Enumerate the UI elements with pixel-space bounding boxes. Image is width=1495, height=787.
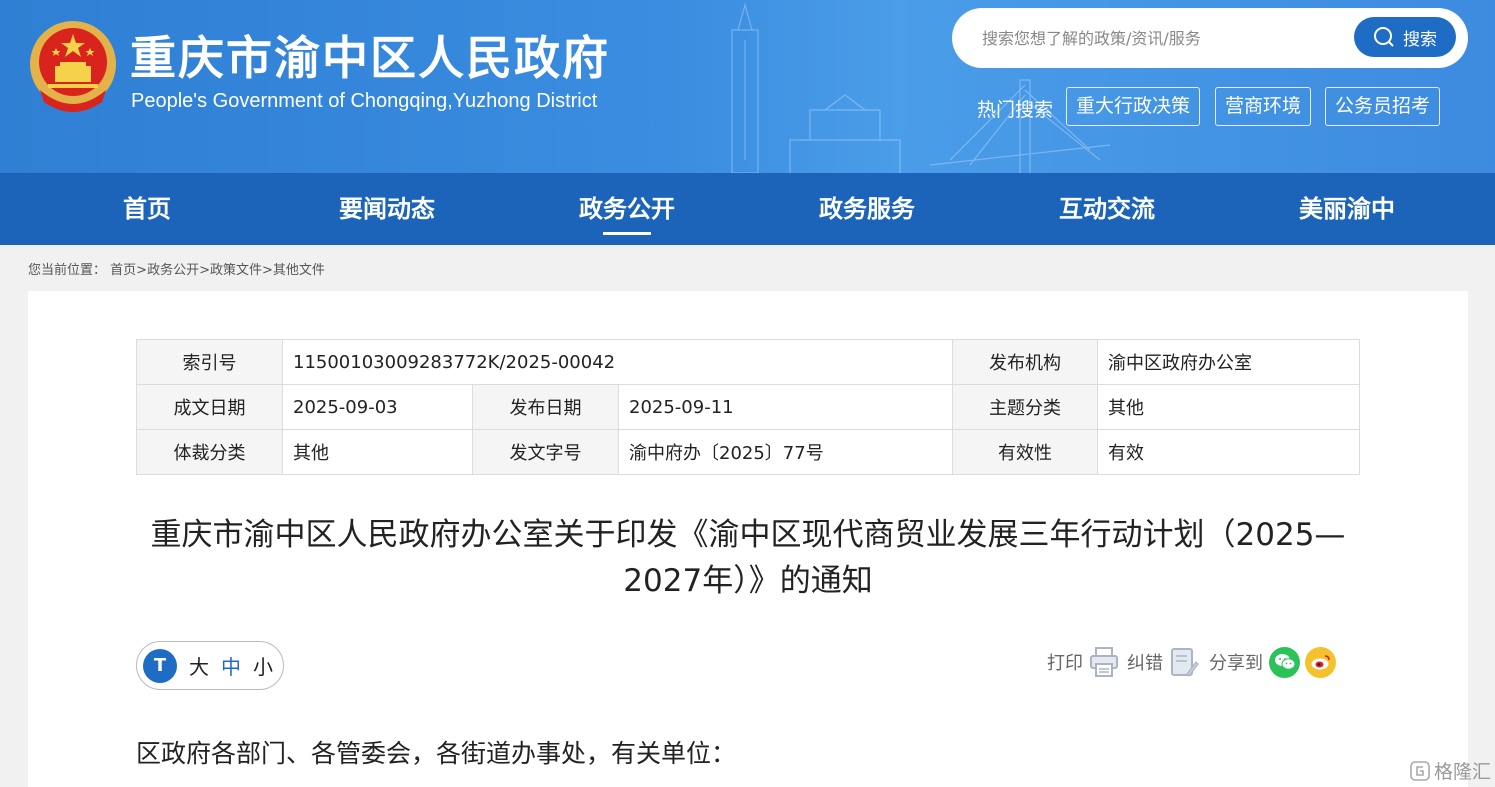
breadcrumb-separator: > (262, 263, 273, 278)
printer-icon (1090, 647, 1118, 677)
hot-tag-civil-service-exam[interactable]: 公务员招考 (1325, 87, 1441, 126)
publisher-value: 渝中区政府办公室 (1097, 339, 1360, 385)
print-label: 打印 (1047, 653, 1083, 674)
share-weibo-button[interactable] (1305, 646, 1336, 678)
table-row: 索引号 11500103009283772K/2025-00042 发布机构 渝… (136, 339, 1360, 385)
nav-item-home[interactable]: 首页 (123, 173, 171, 245)
hot-tag-business-environment[interactable]: 营商环境 (1215, 87, 1312, 126)
wechat-icon (1274, 654, 1295, 670)
breadcrumb-government-affairs[interactable]: 政务公开 (147, 263, 199, 278)
watermark: 格隆汇 (1410, 757, 1491, 784)
breadcrumb-other-files[interactable]: 其他文件 (273, 263, 325, 278)
document-greeting: 区政府各部门、各管委会，各街道办事处，有关单位： (136, 739, 737, 768)
breadcrumb-home[interactable]: 首页 (110, 263, 136, 278)
hot-search-label: 热门搜索 (977, 99, 1054, 121)
article-tools: 打印 纠错 分享到 (1047, 646, 1336, 678)
document-info-table: 索引号 11500103009283772K/2025-00042 发布机构 渝… (136, 339, 1360, 475)
correction-button[interactable]: 纠错 (1127, 646, 1209, 678)
topic-label: 主题分类 (952, 384, 1098, 430)
gelonghui-logo-icon (1410, 760, 1430, 781)
correction-icon (1171, 648, 1199, 677)
site-subtitle: People's Government of Chongqing,Yuzhong… (131, 90, 598, 112)
print-button[interactable]: 打印 (1047, 646, 1127, 678)
search-button[interactable]: 搜索 (1354, 17, 1456, 57)
main-nav: 首页 要闻动态 政务公开 政务服务 互动交流 美丽渝中 (0, 173, 1495, 245)
share-wechat-button[interactable] (1269, 646, 1300, 678)
breadcrumb-prefix: 您当前位置： (28, 263, 107, 278)
nav-item-news[interactable]: 要闻动态 (339, 173, 435, 245)
weibo-icon (1311, 655, 1330, 670)
site-header: 重庆市渝中区人民政府 People's Government of Chongq… (0, 0, 1495, 173)
nav-item-services[interactable]: 政务服务 (819, 173, 915, 245)
search-button-label: 搜索 (1403, 29, 1437, 50)
nav-item-beautiful-yuzhong[interactable]: 美丽渝中 (1299, 173, 1395, 245)
share-label: 分享到 (1209, 653, 1263, 674)
breadcrumb-separator: > (136, 263, 148, 278)
validity-label: 有效性 (952, 429, 1098, 475)
validity-value: 有效 (1097, 429, 1360, 475)
breadcrumb-separator: > (199, 263, 210, 278)
correction-label: 纠错 (1127, 653, 1163, 674)
index-number-value: 11500103009283772K/2025-00042 (282, 339, 953, 385)
genre-value: 其他 (282, 429, 473, 475)
publisher-label: 发布机构 (952, 339, 1098, 385)
watermark-text: 格隆汇 (1434, 761, 1492, 783)
publish-date-value: 2025-09-11 (618, 384, 953, 430)
hot-tag-major-decisions[interactable]: 重大行政决策 (1066, 87, 1201, 126)
topic-value: 其他 (1097, 384, 1360, 430)
index-number-label: 索引号 (136, 339, 283, 385)
table-row: 成文日期 2025-09-03 发布日期 2025-09-11 主题分类 其他 (136, 384, 1360, 430)
document-number-value: 渝中府办〔2025〕77号 (618, 429, 953, 475)
document-number-label: 发文字号 (472, 429, 619, 475)
nav-item-interaction[interactable]: 互动交流 (1059, 173, 1155, 245)
national-emblem-icon (30, 21, 116, 112)
written-date-value: 2025-09-03 (282, 384, 473, 430)
written-date-label: 成文日期 (136, 384, 283, 430)
font-size-small[interactable]: 小 (253, 651, 273, 680)
search-box: 搜索 (952, 8, 1468, 68)
publish-date-label: 发布日期 (472, 384, 619, 430)
search-input[interactable] (982, 22, 1342, 54)
document-title: 重庆市渝中区人民政府办公室关于印发《渝中区现代商贸业发展三年行动计划（2025—… (150, 517, 1346, 599)
breadcrumb: 您当前位置： 首页>政务公开>政策文件>其他文件 (28, 259, 325, 278)
font-size-medium[interactable]: 中 (221, 651, 241, 680)
breadcrumb-policy-files[interactable]: 政策文件 (210, 263, 262, 278)
search-icon (1374, 27, 1394, 47)
table-row: 体裁分类 其他 发文字号 渝中府办〔2025〕77号 有效性 有效 (136, 429, 1360, 475)
site-title: 重庆市渝中区人民政府 (130, 31, 610, 85)
genre-label: 体裁分类 (136, 429, 283, 475)
font-size-control: T 大 中 小 (136, 641, 284, 690)
font-size-large[interactable]: 大 (189, 651, 209, 680)
nav-item-government-affairs[interactable]: 政务公开 (579, 173, 675, 245)
text-size-icon: T (143, 648, 177, 683)
